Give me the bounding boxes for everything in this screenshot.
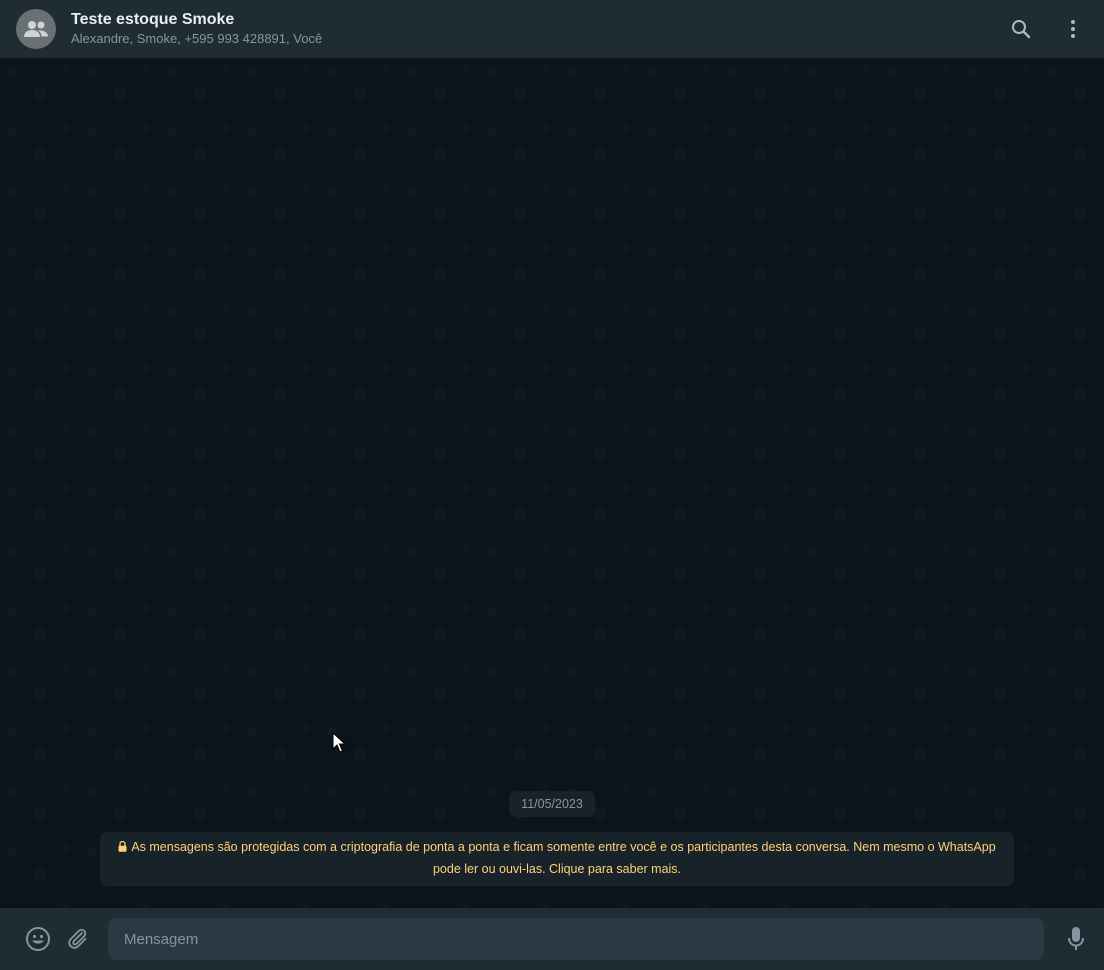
chat-window: Teste estoque Smoke Alexandre, Smoke, +5… — [0, 0, 1104, 970]
chat-title: Teste estoque Smoke — [71, 11, 235, 28]
composer-actions — [20, 921, 96, 957]
mouse-cursor-icon — [332, 731, 347, 759]
date-separator: 11/05/2023 — [509, 791, 595, 817]
microphone-icon[interactable] — [1058, 921, 1094, 957]
message-input[interactable] — [108, 918, 1044, 960]
chat-participants: Alexandre, Smoke, +595 993 428891, Você — [71, 31, 323, 46]
encryption-notice[interactable]: As mensagens são protegidas com a cripto… — [100, 832, 1014, 886]
paperclip-icon[interactable] — [60, 921, 96, 957]
composer — [0, 908, 1104, 970]
emoji-icon[interactable] — [20, 921, 56, 957]
header-actions — [1006, 14, 1088, 44]
chat-header: Teste estoque Smoke Alexandre, Smoke, +5… — [0, 0, 1104, 58]
menu-dots-icon[interactable] — [1058, 14, 1088, 44]
message-list[interactable]: 11/05/2023 As mensagens são protegidas c… — [0, 58, 1104, 908]
lock-icon — [118, 838, 127, 859]
chat-info[interactable]: Teste estoque Smoke Alexandre, Smoke, +5… — [71, 9, 1006, 48]
search-icon[interactable] — [1006, 14, 1036, 44]
group-icon[interactable] — [16, 8, 56, 49]
encryption-notice-text: As mensagens são protegidas com a cripto… — [131, 840, 996, 876]
